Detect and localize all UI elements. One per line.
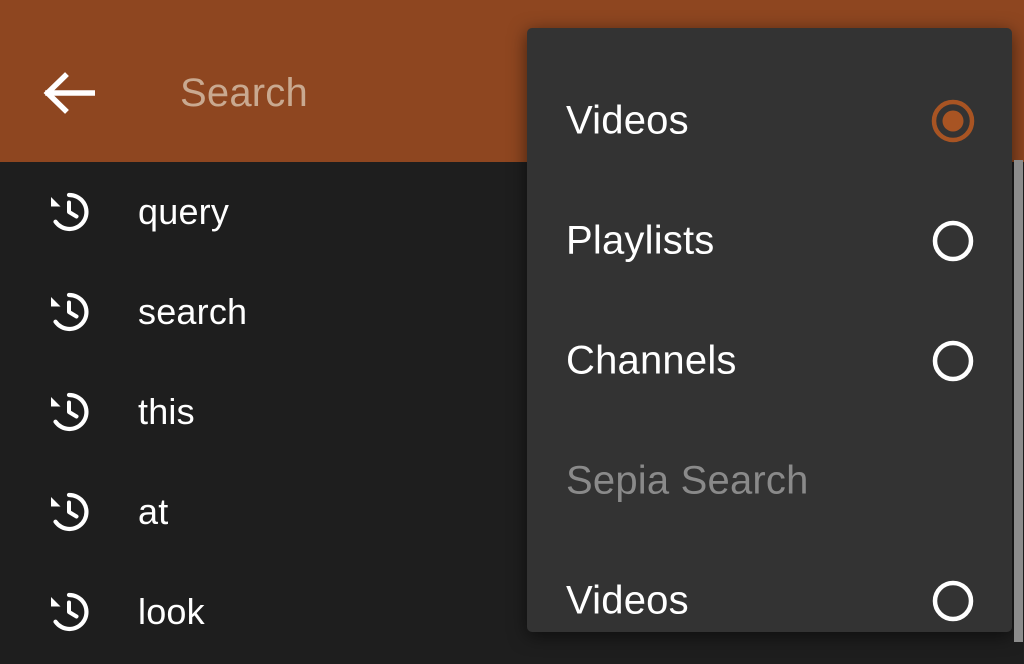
list-item[interactable]: this [0,362,527,462]
menu-item-sepia-videos[interactable]: Videos [527,541,1012,632]
history-icon [44,187,94,237]
menu-item-videos[interactable]: Videos [527,61,1012,181]
list-item-label: query [138,191,230,232]
menu-item-label: Playlists [566,218,715,263]
history-icon [44,387,94,437]
back-button[interactable] [34,60,104,126]
menu-item-label: Channels [566,338,737,383]
vertical-scrollbar[interactable] [1014,160,1023,642]
history-icon [44,587,94,637]
radio-unselected-icon[interactable] [931,339,975,383]
radio-unselected-icon[interactable] [931,579,975,623]
list-item-label: at [138,491,169,532]
menu-item-label: Videos [566,578,689,623]
history-icon [44,487,94,537]
radio-selected-icon[interactable] [931,99,975,143]
menu-item-playlists[interactable]: Playlists [527,181,1012,301]
list-item[interactable]: query [0,162,527,262]
list-item[interactable]: look [0,562,527,662]
list-item[interactable]: search [0,262,527,362]
list-item-label: search [138,291,248,332]
search-filter-menu: Videos Playlists Channels Sepia Search V… [527,28,1012,632]
history-icon [44,287,94,337]
list-item-label: this [138,391,195,432]
menu-item-label: Videos [566,98,689,143]
menu-item-channels[interactable]: Channels [527,301,1012,421]
list-item-label: look [138,591,205,632]
radio-unselected-icon[interactable] [931,219,975,263]
arrow-back-icon [43,72,95,114]
app-screen: Search query search this at look Videos … [0,0,1024,664]
menu-section-label: Sepia Search [566,458,809,503]
list-item[interactable]: at [0,462,527,562]
menu-section-header-sepia-search: Sepia Search [527,421,1012,541]
search-input[interactable]: Search [180,64,510,122]
